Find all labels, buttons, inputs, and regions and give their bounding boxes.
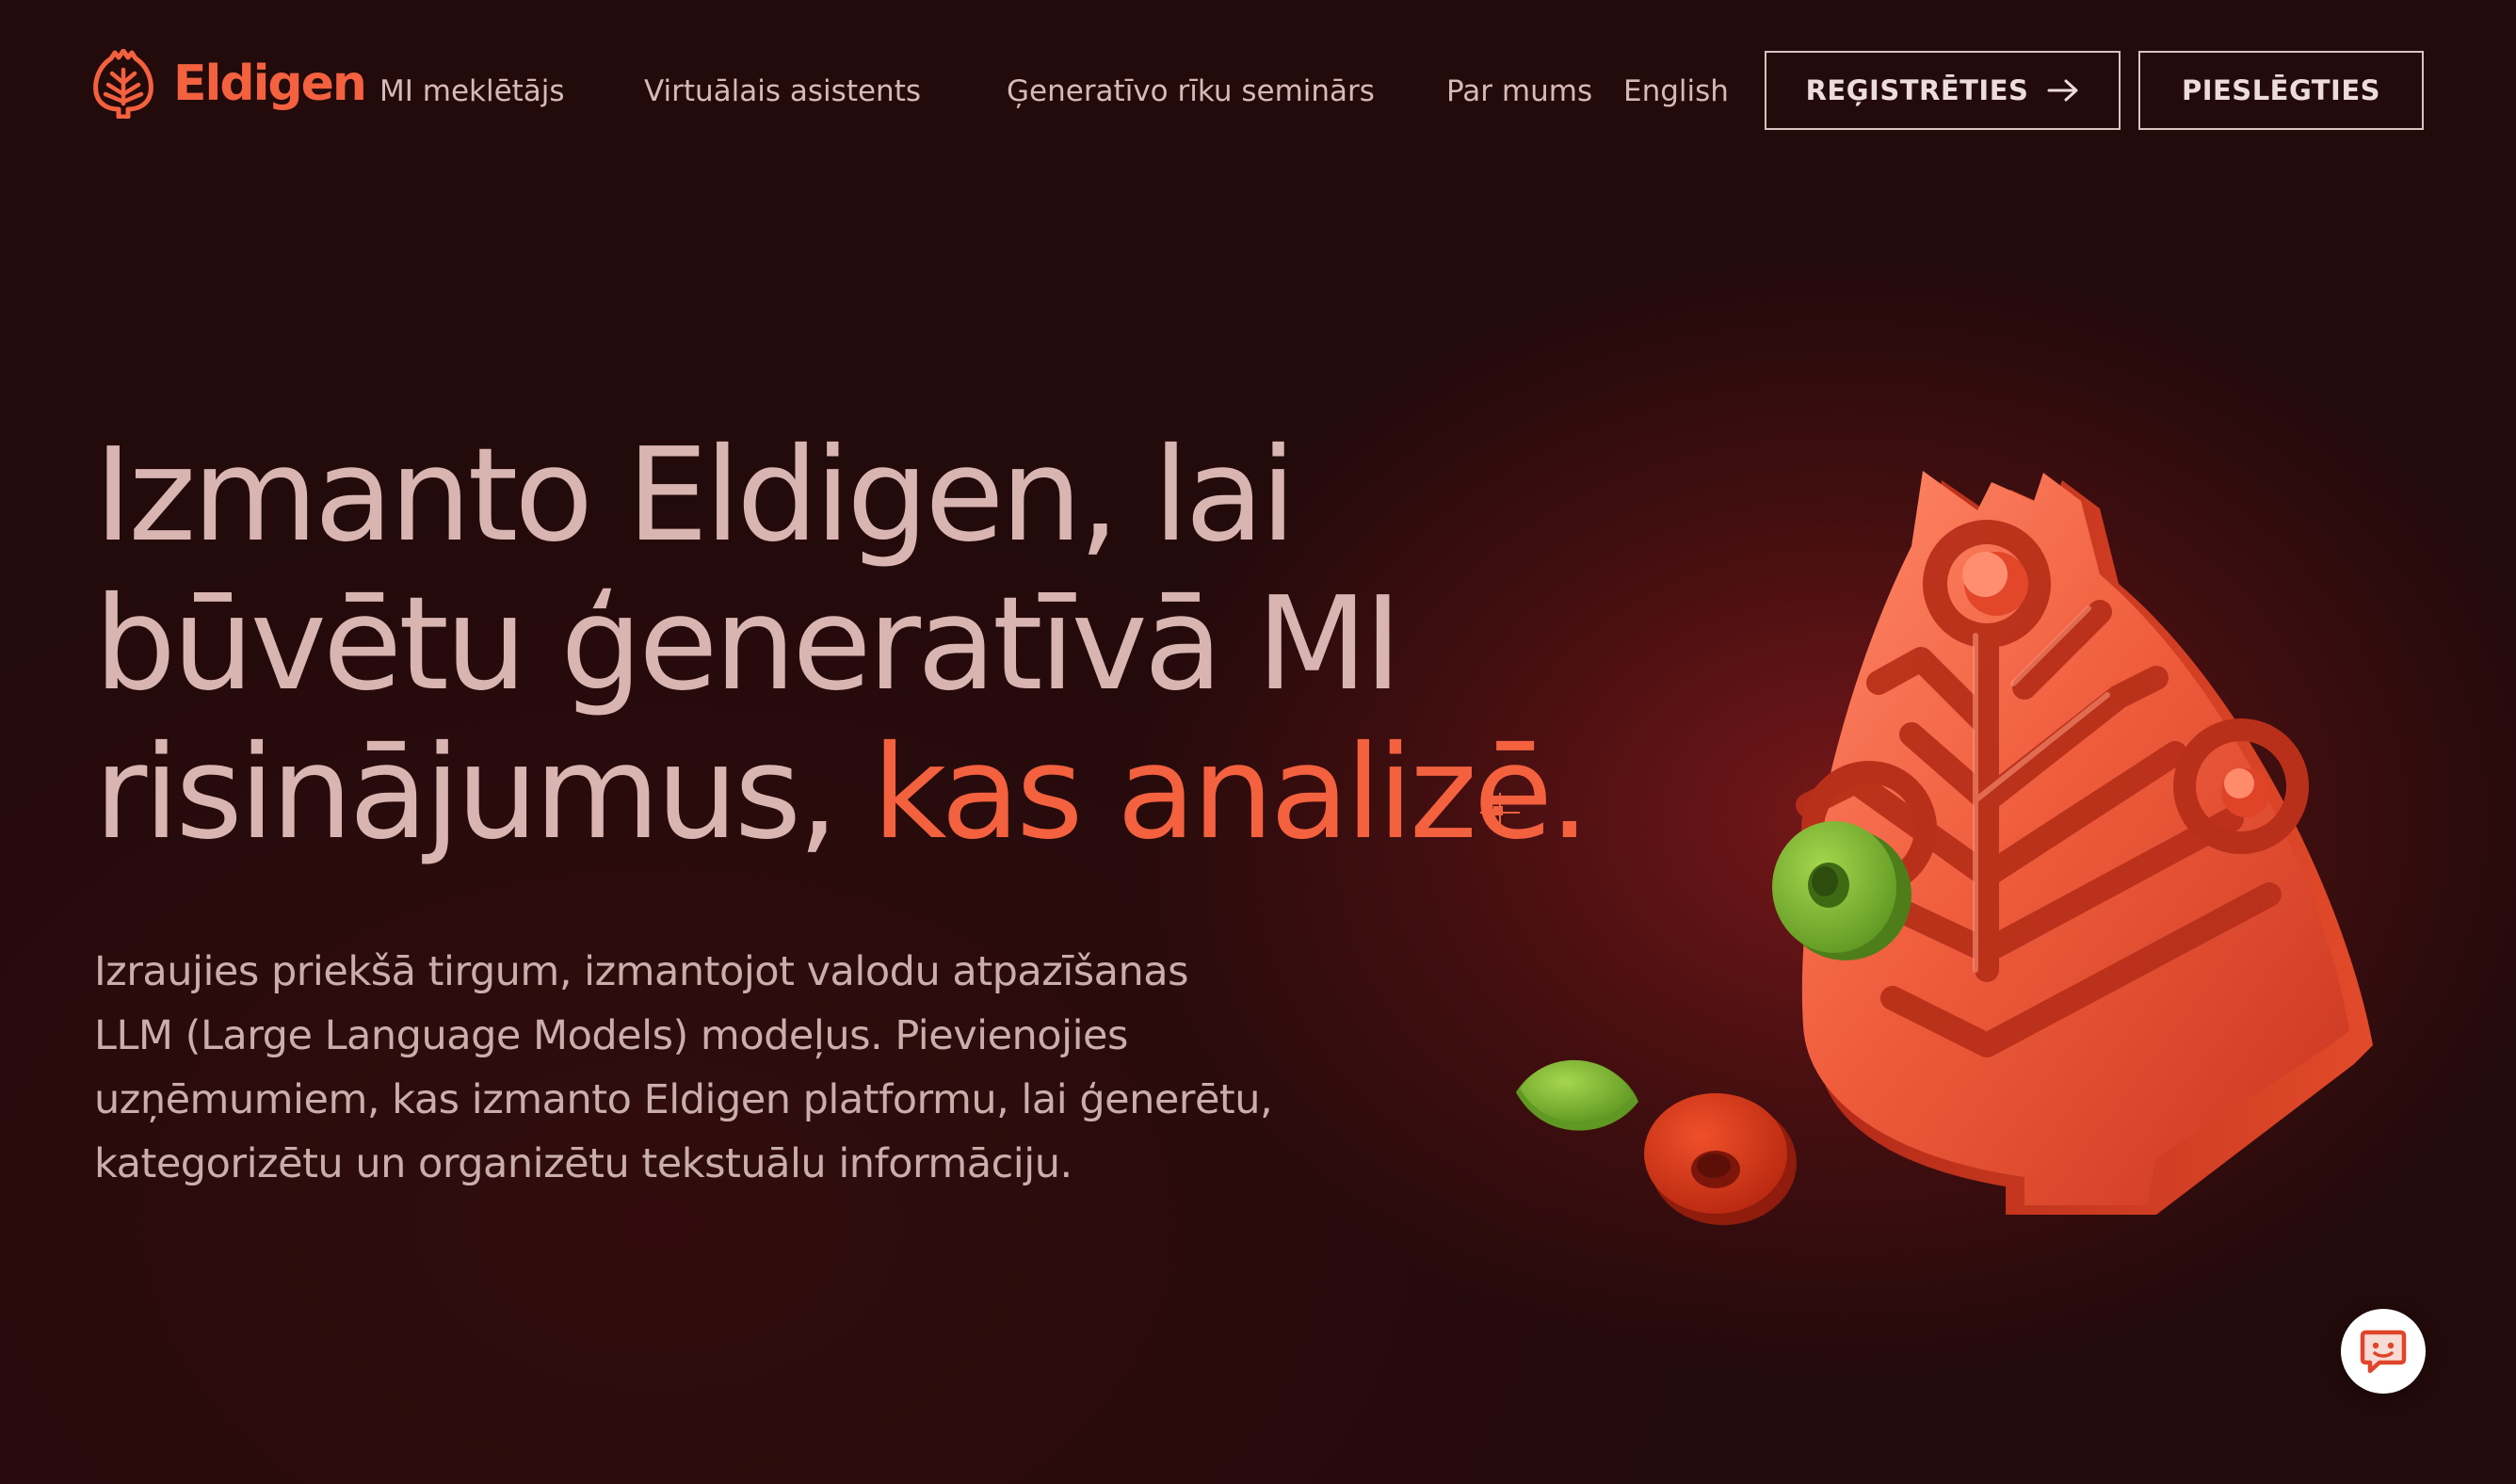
chat-bubble-icon: [2360, 1330, 2407, 1374]
top-navigation: Eldigen MI meklētājs Virtuālais asistent…: [0, 0, 2516, 188]
nav-link-english[interactable]: English: [1623, 66, 1729, 117]
brand-name: Eldigen: [173, 56, 367, 112]
hero-description-line-1: Izraujies priekšā tirgum, izmantojot val…: [94, 948, 1189, 995]
hero-description-line-2: LLM (Large Language Models) modeļus. Pie…: [94, 1012, 1128, 1059]
hero-illustration: [1516, 471, 2373, 1225]
hero-headline-line-3-text: risinājumus,: [94, 718, 873, 868]
hero-headline-line-1: Izmanto Eldigen, lai: [94, 421, 1297, 571]
nav-link-virtual-assistant[interactable]: Virtuālais asistents: [644, 66, 921, 117]
hero-headline-line-3: risinājumus, kas analizē.: [94, 718, 1590, 868]
hero-headline: Izmanto Eldigen, lai būvētu ģeneratīvā M…: [94, 421, 1590, 868]
nav-link-ai-search[interactable]: MI meklētājs: [379, 66, 565, 117]
login-button-label: PIESLĒGTIES: [2181, 74, 2381, 106]
login-button[interactable]: PIESLĒGTIES: [2138, 51, 2424, 130]
nav-link-about-us[interactable]: Par mums: [1446, 66, 1592, 117]
hero-headline-line-2: būvētu ģeneratīvā MI: [94, 570, 1402, 719]
chat-widget-button[interactable]: [2341, 1309, 2426, 1394]
hero-description-line-4: kategorizētu un organizētu tekstuālu inf…: [94, 1140, 1073, 1187]
hero-description: Izraujies priekšā tirgum, izmantojot val…: [94, 940, 1412, 1196]
brand-logo-link[interactable]: Eldigen: [92, 49, 367, 119]
nav-link-generative-tools-seminar[interactable]: Ģeneratīvo rīku seminārs: [1007, 66, 1375, 117]
red-ring-icon: [1644, 1093, 1797, 1225]
leaf-sculpture-icon: [1796, 471, 2373, 1215]
green-seed-icon: [1516, 1059, 1638, 1131]
register-button-label: REĢISTRĒTIES: [1805, 74, 2029, 106]
arrow-right-icon: [2047, 79, 2078, 102]
leaf-tree-icon: [93, 49, 153, 119]
hero-description-line-3: uzņēmumiem, kas izmanto Eldigen platform…: [94, 1076, 1273, 1123]
register-button[interactable]: REĢISTRĒTIES: [1765, 51, 2121, 130]
